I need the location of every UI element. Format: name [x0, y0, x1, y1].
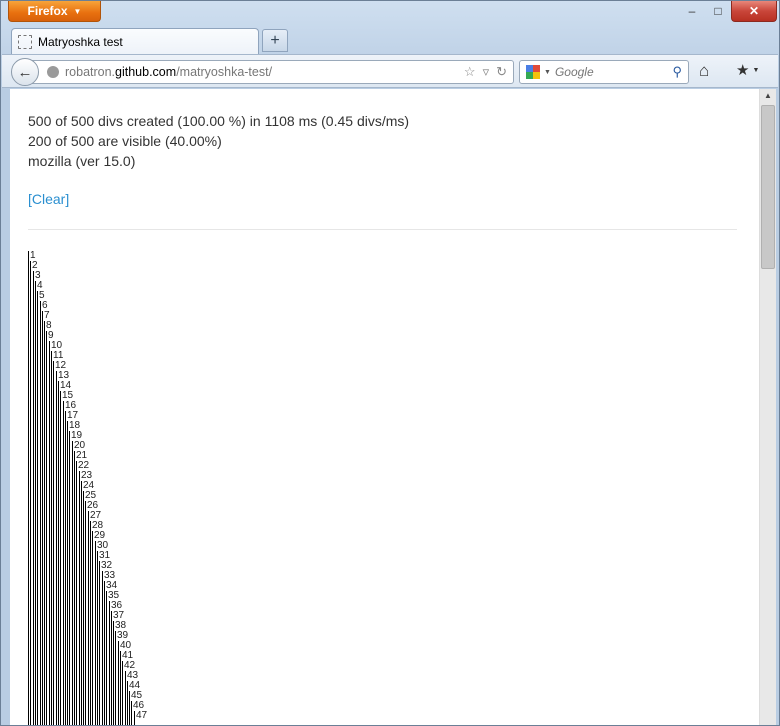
- navigation-toolbar: ← robatron. github.com/matryoshka-test/ ☆…: [2, 54, 778, 88]
- google-icon[interactable]: [526, 65, 540, 79]
- nested-div-border: [46, 331, 47, 725]
- globe-icon: [47, 66, 59, 78]
- chevron-down-icon: ▼: [73, 6, 82, 16]
- reload-icon[interactable]: ↻: [496, 64, 507, 80]
- nested-div-border: [56, 371, 57, 725]
- stats-block: 500 of 500 divs created (100.00 %) in 11…: [28, 111, 409, 171]
- blank-page-icon: [18, 34, 32, 49]
- nested-div-border: [37, 291, 38, 725]
- url-bar[interactable]: robatron. github.com/matryoshka-test/ ☆ ▿…: [32, 60, 514, 84]
- nested-div-border: [104, 581, 105, 725]
- nested-div-border: [42, 311, 43, 725]
- new-tab-button[interactable]: +: [262, 29, 288, 52]
- chevron-down-icon: ▼: [752, 66, 760, 74]
- nested-div-border: [30, 261, 31, 725]
- bookmarks-button[interactable]: ★ ▼: [736, 61, 759, 79]
- home-icon[interactable]: ⌂: [699, 61, 709, 81]
- nested-div-border: [72, 441, 73, 725]
- nested-div-border: [88, 511, 89, 725]
- url-path: /matryoshka-test/: [176, 65, 273, 79]
- nested-div-border: [63, 401, 64, 725]
- maximize-button[interactable]: □: [705, 1, 731, 21]
- nested-div-border: [97, 551, 98, 725]
- nested-div-border: [95, 541, 96, 725]
- nested-div-border: [83, 491, 84, 725]
- nested-div-border: [85, 501, 86, 725]
- stats-created: 500 of 500 divs created (100.00 %) in 11…: [28, 113, 410, 129]
- nested-div-border: [51, 351, 52, 725]
- nested-div-border: [69, 431, 70, 725]
- nested-div-border: [60, 391, 61, 725]
- browser-window: Firefox ▼ – □ ✕ Matryoshka test + ← roba…: [0, 0, 780, 726]
- tab-matryoshka-test[interactable]: Matryoshka test: [11, 28, 259, 54]
- firefox-menu-button[interactable]: Firefox ▼: [8, 1, 101, 22]
- vertical-scrollbar[interactable]: ▲: [759, 89, 776, 725]
- history-dropdown-icon[interactable]: ▿: [483, 64, 490, 80]
- nested-div-border: [49, 341, 50, 725]
- divider: [28, 229, 737, 230]
- close-window-button[interactable]: ✕: [731, 1, 777, 22]
- url-host: github.com: [115, 65, 177, 79]
- scroll-up-icon[interactable]: ▲: [760, 91, 776, 100]
- scroll-thumb[interactable]: [761, 105, 775, 269]
- nested-div-border: [53, 361, 54, 725]
- nested-div-border: [40, 301, 41, 725]
- nested-div-border: [28, 251, 29, 725]
- nested-div-border: [33, 271, 34, 725]
- clear-link[interactable]: [Clear]: [28, 191, 69, 207]
- nested-div-border: [76, 461, 77, 725]
- nested-div-border: [79, 471, 80, 725]
- nested-div-border: [58, 381, 59, 725]
- firefox-menu-label: Firefox: [27, 4, 68, 18]
- tab-title: Matryoshka test: [38, 34, 123, 49]
- back-button[interactable]: ←: [11, 58, 39, 86]
- nested-div-border: [106, 591, 107, 725]
- window-controls: – □ ✕: [679, 1, 777, 23]
- nested-div-border: [102, 571, 103, 725]
- url-bar-icons: ☆ ▿ ↻: [464, 64, 507, 80]
- nested-div-border: [92, 531, 93, 725]
- minimize-button[interactable]: –: [679, 1, 705, 21]
- nested-div-border: [44, 321, 45, 725]
- star-icon[interactable]: ☆: [464, 64, 476, 80]
- nested-div-border: [81, 481, 82, 725]
- search-placeholder: Google: [554, 65, 594, 79]
- search-engine-dropdown-icon[interactable]: ▼: [544, 69, 551, 76]
- nested-div-border: [67, 421, 68, 725]
- nested-div-border: [65, 411, 66, 725]
- url-prefix: robatron.: [65, 65, 116, 79]
- nested-div-border: [99, 561, 100, 725]
- nested-div-label: 47: [136, 710, 148, 721]
- nested-div-border: [35, 281, 36, 725]
- search-bar[interactable]: ▼ Google ⚲: [519, 60, 689, 84]
- nested-div-border: [90, 521, 91, 725]
- nested-div-border: [74, 451, 75, 725]
- page-content: 500 of 500 divs created (100.00 %) in 11…: [10, 89, 759, 725]
- stats-visible: 200 of 500 are visible (40.00%): [28, 133, 222, 149]
- search-icon[interactable]: ⚲: [672, 64, 682, 80]
- bookmarks-icon: ★: [736, 62, 750, 79]
- stats-browser: mozilla (ver 15.0): [28, 153, 136, 169]
